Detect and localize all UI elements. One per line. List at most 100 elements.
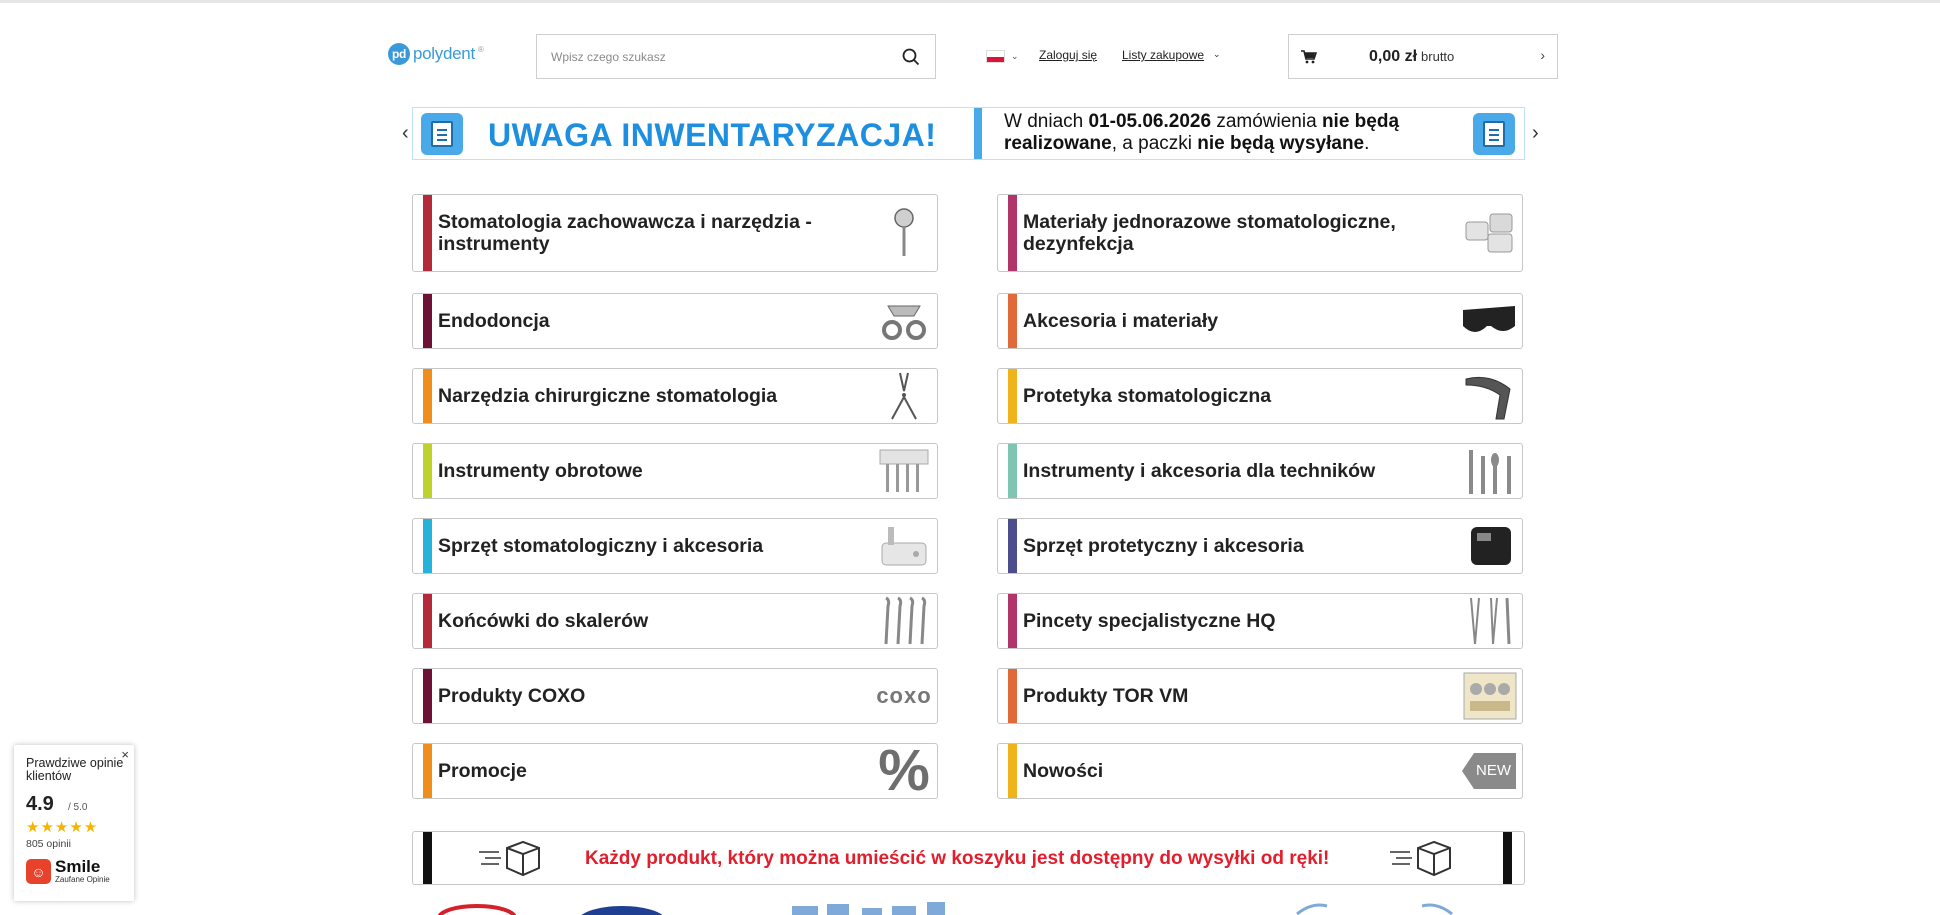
dental-unit-icon (873, 521, 935, 571)
category-label: Materiały jednorazowe stomatologiczne, d… (1023, 211, 1396, 255)
category-tile[interactable]: Pincety specjalistyczne HQ (997, 593, 1523, 649)
category-color-bar (1008, 444, 1017, 498)
category-label: Sprzęt protetyczny i akcesoria (1023, 535, 1304, 557)
dental-mirror-icon (873, 208, 935, 258)
partner-logos-icon (437, 902, 1453, 915)
category-color-bar (423, 669, 432, 723)
reviews-score-max: / 5.0 (68, 802, 88, 813)
category-color-bar (1008, 669, 1017, 723)
logo-text: polydent (413, 44, 475, 63)
sterile-containers-icon (1458, 208, 1520, 258)
category-label: Końcówki do skalerów (438, 610, 649, 632)
coxo-logo-text: coxo (876, 683, 932, 708)
poland-flag-icon (986, 50, 1005, 63)
cart-icon (1299, 49, 1319, 64)
category-tile[interactable]: Akcesoria i materiały (997, 293, 1523, 349)
category-label: Nowości (1023, 760, 1104, 782)
category-color-bar (423, 195, 432, 271)
category-tile[interactable]: Sprzęt stomatologiczny i akcesoria (412, 518, 938, 574)
delivery-box-icon (479, 840, 540, 877)
language-selector[interactable]: ⌄ (986, 50, 1019, 63)
coxo-logo-icon: coxo (873, 671, 935, 721)
chevron-right-icon: › (1540, 47, 1545, 63)
clipboard-icon (421, 113, 463, 155)
category-tile[interactable]: Sprzęt protetyczny i akcesoria (997, 518, 1523, 574)
category-color-bar (423, 294, 432, 348)
dental-clamp-icon (873, 296, 935, 346)
category-tile[interactable]: Nowości NEW (997, 743, 1523, 799)
category-color-bar (423, 744, 432, 798)
announcement-banner[interactable]: UWAGA INWENTARYZACJA! W dniach 01-05.06.… (412, 107, 1525, 160)
category-color-bar (423, 594, 432, 648)
logo-trademark: ® (477, 45, 484, 54)
cart-amount-suffix: brutto (1421, 49, 1455, 64)
shipping-bar-right-accent (1503, 832, 1512, 884)
category-label: Promocje (438, 760, 527, 782)
search-input[interactable] (537, 35, 887, 78)
delivery-box-icon (1390, 840, 1451, 877)
category-tile[interactable]: Instrumenty obrotowe (412, 443, 938, 499)
banner-separator (974, 108, 982, 159)
reviews-score: 4.9 (26, 793, 54, 815)
clipboard-icon (1473, 113, 1515, 155)
percent-icon: % (873, 743, 935, 799)
logo-mark-icon: pd (388, 43, 410, 65)
category-color-bar (1008, 744, 1017, 798)
category-label: Narzędzia chirurgiczne stomatologia (438, 385, 778, 407)
lab-burs-icon (1458, 446, 1520, 496)
reviews-widget-title: Prawdziwe opinie klientów (26, 756, 124, 783)
category-color-bar (1008, 294, 1017, 348)
search-icon (902, 48, 920, 65)
category-tile[interactable]: Produkty TOR VM (997, 668, 1523, 724)
category-tile[interactable]: Materiały jednorazowe stomatologiczne, d… (997, 194, 1523, 272)
category-label: Protetyka stomatologiczna (1023, 385, 1272, 407)
percent-text: % (878, 743, 930, 799)
reviews-widget[interactable]: × Prawdziwe opinie klientów 4.9 / 5.0 ★★… (14, 745, 134, 901)
smile-brand: ☺ Smile Zaufane Opinie (26, 857, 110, 884)
category-tile[interactable]: Produkty COXO coxo (412, 668, 938, 724)
shipping-bar-left-accent (423, 832, 432, 884)
smile-brand-name: Smile (55, 857, 101, 876)
category-label: Stomatologia zachowawcza i narzędzia - i… (438, 211, 812, 255)
cart-button[interactable]: 0,00 zł brutto › (1288, 34, 1558, 79)
shopping-lists-link[interactable]: Listy zakupowe (1122, 48, 1204, 62)
banner-next-button[interactable]: › (1532, 123, 1539, 143)
category-label: Instrumenty i akcesoria dla techników (1023, 460, 1376, 482)
smile-brand-subtitle: Zaufane Opinie (55, 875, 110, 884)
new-badge-icon: NEW (1458, 746, 1520, 796)
search-box (536, 34, 936, 79)
category-tile[interactable]: Narzędzia chirurgiczne stomatologia (412, 368, 938, 424)
smile-logo-icon: ☺ (26, 859, 51, 884)
category-tile[interactable]: Promocje% (412, 743, 938, 799)
shipping-info-bar: Każdy produkt, który można umieścić w ko… (412, 831, 1525, 885)
cart-amount: 0,00 zł (1369, 47, 1418, 65)
category-tile[interactable]: Protetyka stomatologiczna (997, 368, 1523, 424)
category-color-bar (1008, 195, 1017, 271)
tor-vm-kit-icon (1458, 671, 1520, 721)
banner-prev-button[interactable]: ‹ (402, 123, 409, 143)
handpiece-icon (1458, 371, 1520, 421)
banner-title: UWAGA INWENTARYZACJA! (488, 117, 937, 153)
rating-stars-icon: ★★★★★ (26, 819, 99, 836)
category-color-bar (1008, 369, 1017, 423)
login-link[interactable]: Zaloguj się (1039, 48, 1097, 62)
category-label: Produkty COXO (438, 685, 586, 707)
category-tile[interactable]: Stomatologia zachowawcza i narzędzia - i… (412, 194, 938, 272)
search-button[interactable] (887, 35, 935, 78)
category-label: Produkty TOR VM (1023, 685, 1189, 707)
scaler-tips-icon (873, 596, 935, 646)
tweezers-icon (1458, 596, 1520, 646)
lab-device-icon (1458, 521, 1520, 571)
category-color-bar (423, 519, 432, 573)
category-label: Akcesoria i materiały (1023, 310, 1219, 332)
chevron-down-icon: ⌄ (1213, 49, 1221, 59)
category-tile[interactable]: Endodoncja (412, 293, 938, 349)
polydent-logo[interactable]: pd polydent ® (388, 43, 484, 65)
safety-glasses-icon (1458, 296, 1520, 346)
category-label: Endodoncja (438, 310, 550, 332)
category-label: Instrumenty obrotowe (438, 460, 643, 482)
category-color-bar (423, 444, 432, 498)
category-tile[interactable]: Instrumenty i akcesoria dla techników (997, 443, 1523, 499)
surgical-pliers-icon (873, 371, 935, 421)
category-tile[interactable]: Końcówki do skalerów (412, 593, 938, 649)
